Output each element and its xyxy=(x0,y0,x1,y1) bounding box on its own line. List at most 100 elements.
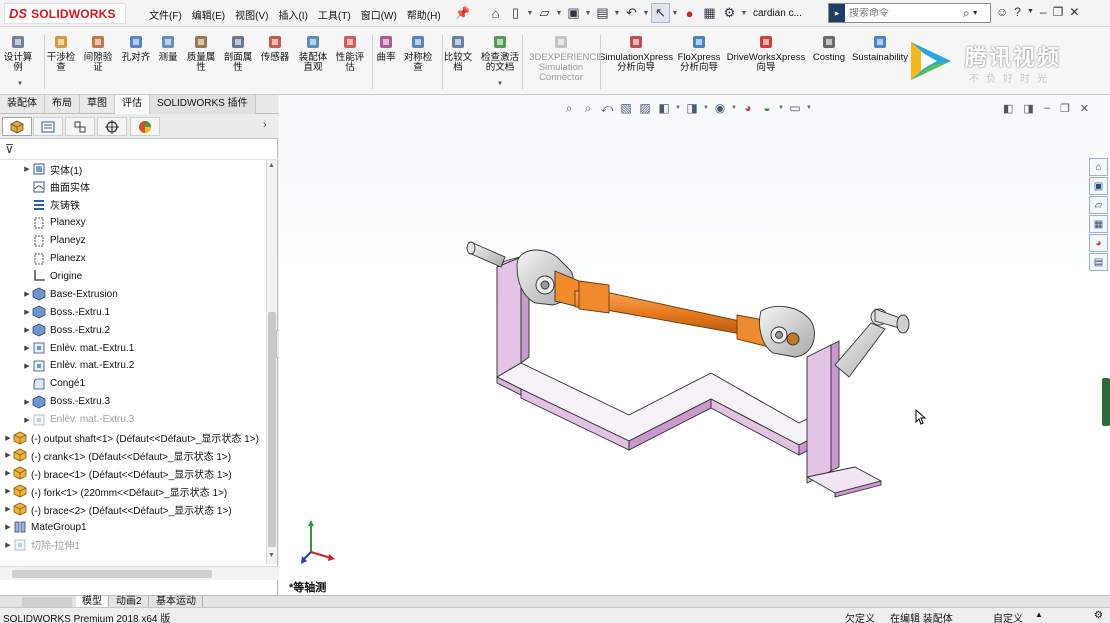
output-shaft[interactable] xyxy=(466,241,506,268)
feature-manager-tab[interactable] xyxy=(2,117,32,136)
tree-component-row[interactable]: ▶ (-) brace<2> (Défaut<<Défaut>_显示状态 1>) xyxy=(0,500,266,518)
units-dropdown-icon[interactable]: ▲ xyxy=(1035,610,1043,619)
expand-arrow-icon[interactable]: ▶ xyxy=(22,398,32,406)
solidworks-resources-icon[interactable]: ⌂ xyxy=(1089,158,1108,176)
unit-system[interactable]: 自定义 xyxy=(993,610,1023,623)
select-pointer-icon[interactable]: ↖ xyxy=(651,3,670,23)
tree-component-row[interactable]: ▶ (-) crank<1> (Défaut<<Défaut>_显示状态 1>) xyxy=(0,446,266,464)
new-dropdown-icon[interactable]: ▼ xyxy=(526,3,534,23)
tab-sketch[interactable]: 草图 xyxy=(80,95,115,114)
search-icon[interactable]: ⌕ xyxy=(963,6,970,21)
tool-clearance[interactable]: 间隙验 证 xyxy=(84,33,112,73)
scroll-down-icon[interactable]: ▼ xyxy=(268,552,275,559)
tree-feature-row[interactable]: Congé1 xyxy=(0,375,266,393)
minimize-icon[interactable]: – xyxy=(1040,5,1047,19)
chevron-right-icon[interactable]: › xyxy=(263,119,267,131)
tool-measure[interactable]: 测量 xyxy=(159,33,178,63)
status-settings-icon[interactable]: ⚙ xyxy=(1094,610,1103,621)
graphics-area[interactable]: ⌕ ⌕ ⤺ ▧ ▨ ◧ ▼ ◨ ▼ ◉ ▼ ◕ ◒ ▼ ▭ ▼ ◧ ◨ – ❐ … xyxy=(279,95,1110,595)
open-folder-icon[interactable]: ▱ xyxy=(535,3,554,23)
menu-help[interactable]: 帮助(H) xyxy=(402,7,446,22)
tool-check-active[interactable]: 检查激活 的文档 xyxy=(481,33,519,73)
print-dropdown-icon[interactable]: ▼ xyxy=(613,3,621,23)
crank-handle[interactable] xyxy=(834,308,910,378)
tool-design-study[interactable]: 设计算 例 xyxy=(4,33,32,73)
tool-symmetry[interactable]: 对称检 查 xyxy=(404,33,432,73)
solidworks-logo[interactable]: DS SOLIDWORKS xyxy=(4,3,126,24)
select-dropdown-icon[interactable]: ▼ xyxy=(671,3,679,23)
tab-navigation-arrows[interactable] xyxy=(22,597,72,607)
menu-insert[interactable]: 插入(I) xyxy=(273,7,312,22)
design-study-dropdown-icon[interactable]: ▼ xyxy=(17,81,23,87)
options-gear-icon[interactable]: ⚙ xyxy=(720,3,739,23)
close-icon[interactable]: ✕ xyxy=(1069,5,1079,19)
tree-feature-row[interactable]: Planexy xyxy=(0,214,266,232)
tree-feature-row[interactable]: 灰铸铁 xyxy=(0,196,266,214)
expand-arrow-icon[interactable]: ▶ xyxy=(22,308,32,316)
expand-arrow-icon[interactable]: ▶ xyxy=(3,451,13,459)
tree-feature-row[interactable]: ▶ Base-Extrusion xyxy=(0,285,266,303)
tree-component-row[interactable]: ▶ (-) output shaft<1> (Défaut<<Défaut>_显示… xyxy=(0,429,266,447)
open-dropdown-icon[interactable]: ▼ xyxy=(555,3,563,23)
print-icon[interactable]: ▤ xyxy=(593,3,612,23)
expand-arrow-icon[interactable]: ▶ xyxy=(3,541,13,549)
tree-feature-row[interactable]: ▶ Enlèv. mat.-Extru.3 xyxy=(0,411,266,429)
filter-icon[interactable]: ⊽ xyxy=(5,142,14,156)
help-icon[interactable]: ? xyxy=(1014,5,1021,19)
user-icon[interactable]: ☺ xyxy=(996,5,1008,19)
tree-component-row[interactable]: ▶ (-) brace<1> (Défaut<<Défaut>_显示状态 1>) xyxy=(0,464,266,482)
expand-arrow-icon[interactable]: ▶ xyxy=(3,434,13,442)
tree-feature-row[interactable]: 曲面实体 xyxy=(0,178,266,196)
menu-window[interactable]: 窗口(W) xyxy=(356,7,402,22)
new-document-icon[interactable]: ▯ xyxy=(506,3,525,23)
tree-feature-row[interactable]: ▶ 切除-拉伸1 xyxy=(0,536,266,554)
tree-feature-row[interactable]: ▶ Boss.-Extru.3 xyxy=(0,393,266,411)
menu-file[interactable]: 文件(F) xyxy=(144,7,187,22)
property-manager-tab[interactable] xyxy=(33,117,63,136)
expand-arrow-icon[interactable]: ▶ xyxy=(22,165,32,173)
view-palette-icon[interactable]: ▦ xyxy=(1089,215,1108,233)
tool-assembly-visualization[interactable]: 装配体 直观 xyxy=(299,33,327,73)
check-active-dropdown-icon[interactable]: ▼ xyxy=(497,81,503,87)
restore-icon[interactable]: ❐ xyxy=(1053,5,1064,19)
tab-evaluate[interactable]: 评估 xyxy=(115,95,150,114)
side-progress-bar[interactable] xyxy=(1102,378,1110,426)
tree-horizontal-scrollbar[interactable] xyxy=(0,566,278,580)
h-scroll-thumb[interactable] xyxy=(12,570,212,578)
expand-arrow-icon[interactable]: ▶ xyxy=(22,290,32,298)
tool-curvature[interactable]: 曲率 xyxy=(377,33,396,63)
menu-tools[interactable]: 工具(T) xyxy=(313,7,356,22)
tab-assembly[interactable]: 装配体 xyxy=(0,95,45,114)
tool-sensor[interactable]: 传感器 xyxy=(261,33,289,63)
tree-feature-row[interactable]: Origine xyxy=(0,267,266,285)
home-icon[interactable]: ⌂ xyxy=(486,3,505,23)
display-manager-tab[interactable] xyxy=(130,117,160,136)
file-explorer-icon[interactable]: ▱ xyxy=(1089,196,1108,214)
search-dropdown-icon[interactable]: ▼ xyxy=(972,10,979,17)
search-commands[interactable]: ▸ ⌕ ▼ xyxy=(828,3,991,23)
tab-solidworks-addins[interactable]: SOLIDWORKS 插件 xyxy=(150,95,256,114)
connecting-shaft[interactable] xyxy=(574,280,770,348)
dimxpert-manager-tab[interactable] xyxy=(97,117,127,136)
right-yoke[interactable] xyxy=(759,305,815,358)
tool-mass-properties[interactable]: 质量属 性 xyxy=(187,33,215,73)
options-dropdown-icon[interactable]: ▼ xyxy=(740,3,748,23)
tree-feature-row[interactable]: Planezx xyxy=(0,250,266,268)
help-dropdown-icon[interactable]: ▼ xyxy=(1027,8,1034,19)
undo-dropdown-icon[interactable]: ▼ xyxy=(642,3,650,23)
save-icon[interactable]: ▣ xyxy=(564,3,583,23)
tree-feature-row[interactable]: ▶ Boss.-Extru.1 xyxy=(0,303,266,321)
tree-feature-row[interactable]: ▶ Enlèv. mat.-Extru.2 xyxy=(0,357,266,375)
tool-performance[interactable]: 性能评 估 xyxy=(336,33,364,73)
tree-feature-row[interactable]: ▶ MateGroup1 xyxy=(0,518,266,536)
tool-compare[interactable]: 比较文 档 xyxy=(444,33,472,73)
design-library-icon[interactable]: ▣ xyxy=(1089,177,1108,195)
tree-feature-row[interactable]: Planeyz xyxy=(0,232,266,250)
tree-feature-row[interactable]: ▶ Boss.-Extru.2 xyxy=(0,321,266,339)
expand-arrow-icon[interactable]: ▶ xyxy=(22,416,32,424)
menu-edit[interactable]: 编辑(E) xyxy=(187,7,230,22)
cardan-assembly-model[interactable] xyxy=(279,95,1110,595)
custom-properties-icon[interactable]: ▤ xyxy=(1089,253,1108,271)
menu-view[interactable]: 视图(V) xyxy=(230,7,273,22)
tree-feature-row[interactable]: ▶ Enlèv. mat.-Extru.1 xyxy=(0,339,266,357)
